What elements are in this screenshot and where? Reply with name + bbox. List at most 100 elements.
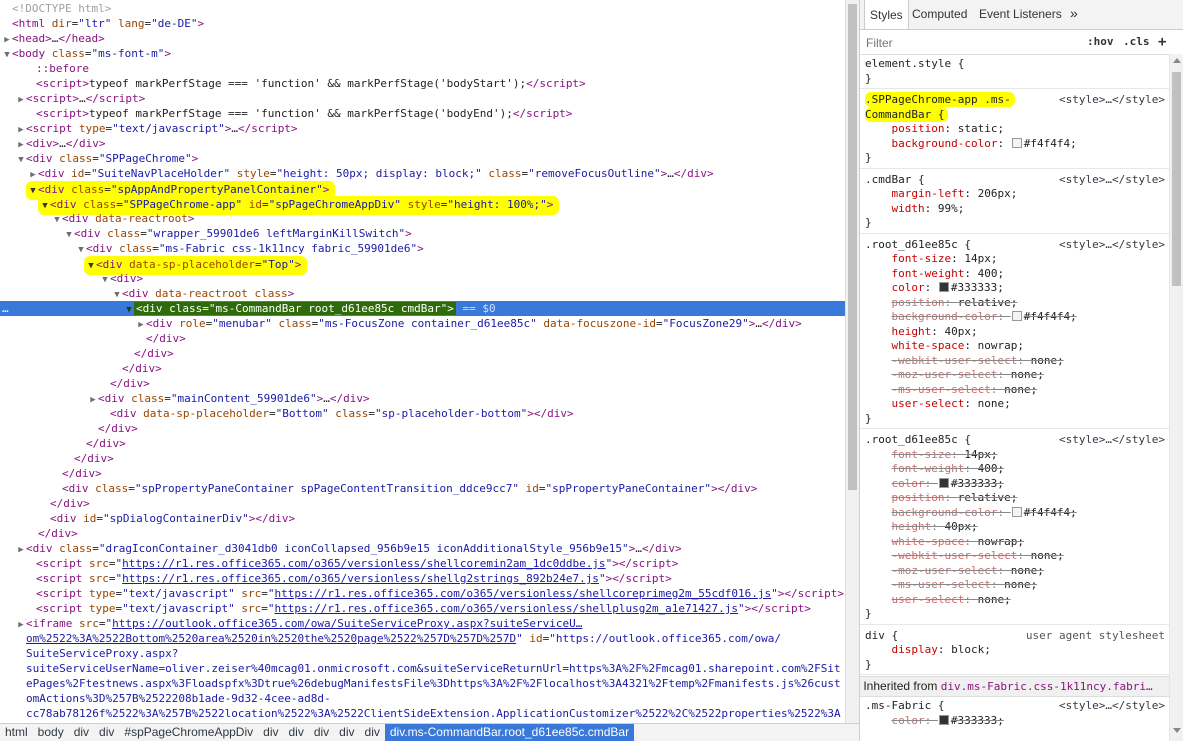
rule-selector[interactable]: .cmdBar {<style>…</style> (865, 173, 1165, 187)
css-declaration[interactable]: color: #333333; (865, 477, 1165, 491)
dom-node-line[interactable]: ▶ <script>…</script> (0, 91, 845, 106)
rule-close-brace[interactable]: } (865, 72, 1165, 86)
dom-node-line[interactable]: <div data-sp-placeholder="Bottom" class=… (0, 406, 845, 421)
dom-node-line[interactable]: <script>typeof markPerfStage === 'functi… (0, 76, 845, 91)
dom-node-line[interactable]: suiteServiceUserName=oliver.zeiser%40mca… (0, 661, 845, 676)
dom-node-line[interactable]: <!DOCTYPE html> (0, 1, 845, 16)
dom-node-line[interactable]: om%2522%3A%2522Bottom%2520area%2520in%25… (0, 631, 845, 646)
dom-node-line[interactable]: ▼ <div data-reactroot class> (0, 286, 845, 301)
css-declaration[interactable]: font-size: 14px; (865, 252, 1165, 266)
color-swatch-icon[interactable] (1011, 137, 1022, 148)
dom-node-line[interactable]: omActions%3D%257B%2522208b1ade-9d32-4cee… (0, 691, 845, 706)
css-declaration[interactable]: -moz-user-select: none; (865, 564, 1165, 578)
css-declaration[interactable]: background-color: #f4f4f4; (865, 137, 1165, 151)
css-declaration[interactable]: -ms-user-select: none; (865, 578, 1165, 592)
dom-node-line[interactable]: <div class="spPropertyPaneContainer spPa… (0, 481, 845, 496)
rule-selector[interactable]: .ms-Fabric {<style>…</style> (865, 699, 1165, 713)
rule-source-link[interactable]: <style>…</style> (1059, 699, 1165, 713)
css-declaration[interactable]: white-space: nowrap; (865, 535, 1165, 549)
dom-node-line[interactable]: ▶ <head>…</head> (0, 31, 845, 46)
dom-node-line[interactable]: ▼ <body class="ms-font-m"> (0, 46, 845, 61)
breadcrumb-item[interactable]: #spPageChromeAppDiv (119, 724, 258, 741)
dom-node-line[interactable]: </div> (0, 376, 845, 391)
dom-node-line[interactable]: ▶ <script type="text/javascript">…</scrip… (0, 121, 845, 136)
dom-node-line[interactable]: ▼ <div class="spAppAndPropertyPanelContai… (0, 181, 845, 200)
css-declaration[interactable]: background-color: #f4f4f4; (865, 310, 1165, 324)
css-declaration[interactable]: font-size: 14px; (865, 448, 1165, 462)
css-declaration[interactable]: -moz-user-select: none; (865, 368, 1165, 382)
dom-node-line[interactable]: <div id="spDialogContainerDiv"></div> (0, 511, 845, 526)
rule-source-link[interactable]: <style>…</style> (1059, 433, 1165, 447)
dom-node-line[interactable]: ::before (0, 61, 845, 76)
breadcrumb-item[interactable]: div (94, 724, 119, 741)
rule-close-brace[interactable]: } (865, 151, 1165, 165)
css-declaration[interactable]: font-weight: 400; (865, 267, 1165, 281)
css-declaration[interactable]: user-select: none; (865, 397, 1165, 411)
selected-dom-node[interactable]: … ▼ <div class="ms-CommandBar root_d61ee85… (0, 301, 845, 316)
css-declaration[interactable]: user-select: none; (865, 593, 1165, 607)
dom-node-line[interactable]: ▼ <div class="ms-Fabric css-1k11ncy fabri… (0, 241, 845, 256)
dom-node-line[interactable]: ▶ <div role="menubar" class="ms-FocusZone… (0, 316, 845, 331)
css-declaration[interactable]: font-weight: 400; (865, 462, 1165, 476)
dom-node-line[interactable]: ▶ <div class="dragIconContainer_d3041db0 … (0, 541, 845, 556)
dom-node-line[interactable]: </div> (0, 466, 845, 481)
dom-node-line[interactable]: ▶ <div>…</div> (0, 136, 845, 151)
more-tabs-icon[interactable]: » (1070, 5, 1078, 21)
dom-node-line[interactable]: ▶ <div id="SuiteNavPlaceHolder" style="he… (0, 166, 845, 181)
styles-filter-input[interactable] (864, 33, 1068, 52)
breadcrumb-item[interactable]: html (0, 724, 33, 741)
css-declaration[interactable]: -webkit-user-select: none; (865, 354, 1165, 368)
dom-node-line[interactable]: ▼ <div data-reactroot> (0, 211, 845, 226)
rule-selector[interactable]: CommandBar { (865, 106, 1165, 122)
add-rule-button[interactable]: + (1158, 30, 1166, 54)
css-declaration[interactable]: -webkit-user-select: none; (865, 549, 1165, 563)
breadcrumb-item[interactable]: div (283, 724, 308, 741)
dom-node-line[interactable]: <script>typeof markPerfStage === 'functi… (0, 106, 845, 121)
dom-node-line[interactable]: ePages%2Ftestnews.aspx%3Floadspfx%3Dtrue… (0, 676, 845, 691)
dom-node-line[interactable]: </div> (0, 421, 845, 436)
rule-selector[interactable]: .root_d61ee85c {<style>…</style> (865, 238, 1165, 252)
dom-node-line[interactable]: <script type="text/javascript" src="http… (0, 601, 845, 616)
css-declaration[interactable]: position: relative; (865, 296, 1165, 310)
rule-selector[interactable]: element.style { (865, 57, 1165, 71)
dom-node-line[interactable]: </div> (0, 436, 845, 451)
dom-node-line[interactable]: </div> (0, 496, 845, 511)
dom-node-line[interactable]: </div> (0, 331, 845, 346)
elements-tree-panel[interactable]: <!DOCTYPE html> <html dir="ltr" lang="de-… (0, 0, 845, 723)
css-declaration[interactable]: color: #333333; (865, 281, 1165, 295)
node-actions-icon[interactable]: … (2, 301, 9, 316)
tab-styles[interactable]: Styles (864, 0, 909, 29)
class-toggle[interactable]: .cls (1123, 30, 1150, 54)
tab-computed[interactable]: Computed (912, 7, 967, 21)
breadcrumb-item[interactable]: div (258, 724, 283, 741)
css-declaration[interactable]: color: #333333; (865, 714, 1165, 728)
dom-node-line[interactable]: <script src="https://r1.res.office365.co… (0, 571, 845, 586)
breadcrumb-current[interactable]: div.ms-CommandBar.root_d61ee85c.cmdBar (384, 724, 635, 741)
rule-source-link[interactable]: <style>…</style> (1059, 93, 1165, 107)
color-swatch-icon[interactable] (938, 477, 949, 488)
rule-source-link[interactable]: <style>…</style> (1059, 238, 1165, 252)
css-declaration[interactable]: width: 99%; (865, 202, 1165, 216)
tab-event-listeners[interactable]: Event Listeners (979, 7, 1062, 21)
rule-source-link[interactable]: user agent stylesheet (1026, 629, 1165, 643)
css-declaration[interactable]: white-space: nowrap; (865, 339, 1165, 353)
rule-source-link[interactable]: <style>…</style> (1059, 173, 1165, 187)
breadcrumb-item[interactable]: div (309, 724, 334, 741)
dom-node-line[interactable]: <html dir="ltr" lang="de-DE"> (0, 16, 845, 31)
rule-close-brace[interactable]: } (865, 412, 1165, 426)
css-declaration[interactable]: height: 40px; (865, 520, 1165, 534)
dom-node-line[interactable]: ▼ <div class="SPPageChrome-app" id="spPag… (0, 196, 845, 215)
dom-node-line[interactable]: ▼ <div> (0, 271, 845, 286)
dom-node-line[interactable]: </div> (0, 526, 845, 541)
rule-close-brace[interactable]: } (865, 607, 1165, 621)
css-declaration[interactable]: position: static; (865, 122, 1165, 136)
rule-selector[interactable]: div {user agent stylesheet (865, 629, 1165, 643)
breadcrumb-item[interactable]: div (69, 724, 94, 741)
dom-node-line[interactable]: ▼ <div data-sp-placeholder="Top"> (0, 256, 845, 275)
rule-selector[interactable]: .root_d61ee85c {<style>…</style> (865, 433, 1165, 447)
breadcrumb-item[interactable]: body (33, 724, 69, 741)
scroll-down-icon[interactable] (1173, 728, 1181, 733)
dom-node-line[interactable]: cc78ab78126f%2522%3A%257B%2522location%2… (0, 706, 845, 721)
color-swatch-icon[interactable] (1011, 506, 1022, 517)
css-declaration[interactable]: -ms-user-select: none; (865, 383, 1165, 397)
